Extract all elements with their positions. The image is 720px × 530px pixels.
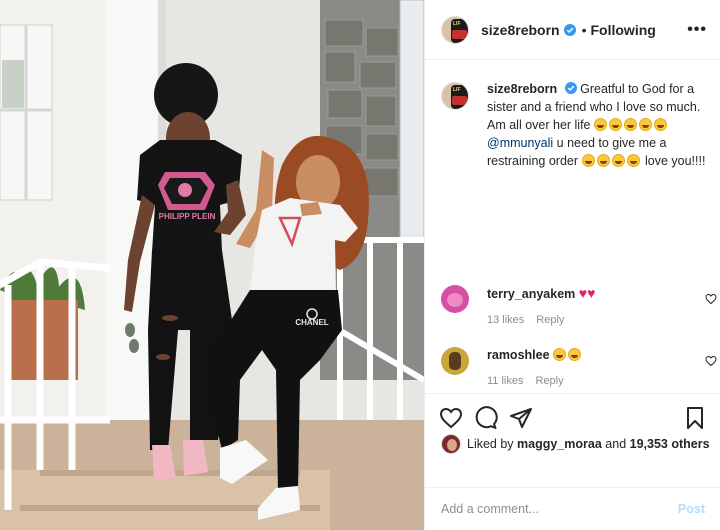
author-avatar[interactable]: LIF xyxy=(441,15,469,44)
laughing-emoji-icon xyxy=(639,118,652,131)
instagram-post: PHILIPP PLEIN CHANEL LIF size8reborn • F… xyxy=(0,0,720,530)
laughing-emoji-icon xyxy=(596,154,610,167)
comment-like-heart-icon[interactable] xyxy=(705,293,717,305)
post-action-bar xyxy=(425,393,720,437)
red-heart-emoji-icon: ♥♥ xyxy=(578,285,596,301)
comment-username[interactable]: ramoshlee xyxy=(487,348,550,362)
more-options-icon[interactable]: ••• xyxy=(687,21,707,39)
likes-summary: Liked by maggy_moraa and 19,353 others xyxy=(441,434,710,454)
verified-badge-icon xyxy=(564,82,577,94)
verified-badge-icon xyxy=(563,23,576,36)
laughing-emoji-icon xyxy=(624,118,637,131)
likes-count[interactable]: 19,353 others xyxy=(630,437,710,451)
comment-username[interactable]: terry_anyakem xyxy=(487,287,575,301)
commenter-avatar[interactable] xyxy=(441,347,469,375)
comment-reply-button[interactable]: Reply xyxy=(536,314,564,326)
comment-reply-button[interactable]: Reply xyxy=(535,375,563,387)
post-photo[interactable]: PHILIPP PLEIN CHANEL xyxy=(0,0,424,530)
post-comment-button[interactable]: Post xyxy=(678,502,705,516)
heart-icon[interactable] xyxy=(439,406,463,430)
caption-avatar[interactable]: LIF xyxy=(441,82,469,110)
post-caption: LIF size8reborn Greatful to God for a si… xyxy=(441,80,711,170)
following-button[interactable]: Following xyxy=(591,22,656,38)
comment-item: terry_anyakem ♥♥ 13 likes Reply xyxy=(441,285,717,326)
comment-body: terry_anyakem ♥♥ 13 likes Reply xyxy=(487,285,595,326)
shirt-brand-text: PHILIPP PLEIN xyxy=(159,212,216,221)
photo-illustration: PHILIPP PLEIN CHANEL xyxy=(0,0,424,530)
caption-mention-link[interactable]: @mmunyali xyxy=(487,136,553,150)
comment-likes[interactable]: 11 likes xyxy=(487,375,523,387)
likes-and: and xyxy=(605,437,627,451)
laughing-emoji-icon xyxy=(581,154,595,167)
comment-item: ramoshlee 11 likes Reply xyxy=(441,347,717,387)
heart-eyes-emoji-icon xyxy=(553,348,567,361)
liker-username[interactable]: maggy_moraa xyxy=(517,437,602,451)
comment-composer: Post xyxy=(425,487,720,530)
bookmark-icon[interactable] xyxy=(683,406,707,430)
comment-body: ramoshlee 11 likes Reply xyxy=(487,347,583,387)
likes-prefix: Liked by xyxy=(467,437,514,451)
post-sidebar: LIF size8reborn • Following ••• LIF size… xyxy=(424,0,720,530)
add-comment-input[interactable] xyxy=(441,502,678,516)
caption-body-3: love you!!!! xyxy=(644,154,706,168)
liker-avatar[interactable] xyxy=(441,434,461,454)
laughing-emoji-icon xyxy=(654,118,667,131)
comment-likes[interactable]: 13 likes xyxy=(487,314,524,326)
comment-bubble-icon[interactable] xyxy=(474,406,498,430)
laughing-emoji-icon xyxy=(594,118,607,131)
author-username[interactable]: size8reborn xyxy=(481,22,560,38)
caption-username[interactable]: size8reborn xyxy=(487,82,557,96)
commenter-avatar[interactable] xyxy=(441,285,469,313)
comment-like-heart-icon[interactable] xyxy=(705,355,717,367)
post-header: LIF size8reborn • Following ••• xyxy=(425,0,720,60)
caption-text: size8reborn Greatful to God for a sister… xyxy=(487,80,711,170)
paper-plane-icon[interactable] xyxy=(509,406,533,430)
laughing-emoji-icon xyxy=(609,118,622,131)
heart-eyes-emoji-icon xyxy=(568,348,582,361)
laughing-emoji-icon xyxy=(611,154,625,167)
laughing-emoji-icon xyxy=(626,154,640,167)
header-separator: • xyxy=(581,21,587,38)
